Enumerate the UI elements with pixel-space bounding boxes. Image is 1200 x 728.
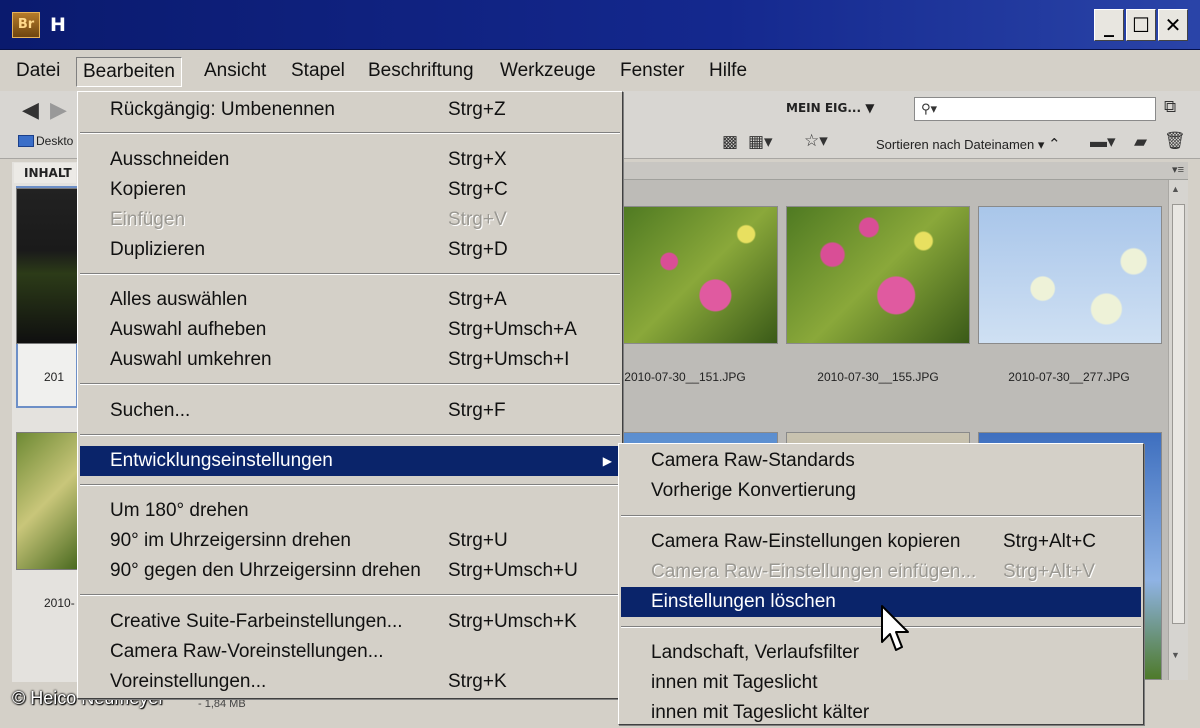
thumbnail-frog[interactable]	[16, 188, 78, 344]
menu-item-preferences[interactable]: Voreinstellungen... Strg+K	[80, 667, 620, 697]
thumbnail-filename: 2010-07-30__155.JPG	[817, 370, 939, 384]
scroll-up-icon[interactable]: ▲	[1171, 184, 1180, 194]
develop-settings-submenu: Camera Raw-Standards Vorherige Konvertie…	[618, 443, 1144, 725]
thumbnail-image[interactable]	[786, 206, 970, 344]
menu-stapel[interactable]: Stapel	[285, 57, 351, 87]
menu-item-color-settings[interactable]: Creative Suite-Farbeinstellungen... Strg+…	[80, 607, 620, 637]
mouse-cursor-icon	[881, 605, 909, 651]
title-bar: Br H _ ☐ ✕	[0, 0, 1200, 50]
menu-item-copy[interactable]: Kopieren Strg+C	[80, 175, 620, 205]
scroll-down-icon[interactable]: ▼	[1171, 650, 1180, 660]
menu-item-deselect[interactable]: Auswahl aufheben Strg+Umsch+A	[80, 315, 620, 345]
search-input[interactable]: ⚲▾	[914, 97, 1156, 121]
menu-werkzeuge[interactable]: Werkzeuge	[494, 57, 602, 87]
tab-inhalt[interactable]: INHALT	[14, 163, 76, 183]
forward-arrow-icon[interactable]: ▶	[50, 97, 67, 123]
menu-item-rotate-180[interactable]: Um 180° drehen	[80, 496, 620, 526]
menu-bar: Datei Bearbeiten Ansicht Stapel Beschrif…	[0, 51, 1200, 91]
new-folder-icon[interactable]: ▰	[1134, 132, 1147, 152]
status-text: - 1,84 MB	[198, 698, 246, 710]
menu-ansicht[interactable]: Ansicht	[198, 57, 272, 87]
favorite-desktop[interactable]: Deskto	[18, 134, 73, 148]
sort-ascending-icon[interactable]: ⌃	[1048, 136, 1061, 153]
bridge-app-icon: Br	[12, 12, 40, 38]
menu-fenster[interactable]: Fenster	[614, 57, 690, 87]
workspace-switcher[interactable]: MEIN EIG... ▼	[786, 101, 874, 115]
menu-item-duplicate[interactable]: Duplizieren Strg+D	[80, 235, 620, 265]
back-arrow-icon[interactable]: ◀	[22, 97, 39, 123]
menu-hilfe[interactable]: Hilfe	[703, 57, 753, 87]
thumbnail-filename: 2010-07-30__277.JPG	[1008, 370, 1130, 384]
menu-separator	[621, 515, 1141, 517]
menu-item-select-all[interactable]: Alles auswählen Strg+A	[80, 285, 620, 315]
menu-item-invert-selection[interactable]: Auswahl umkehren Strg+Umsch+I	[80, 345, 620, 375]
submenu-item-preset[interactable]: innen mit Tageslicht kälter	[621, 698, 1141, 728]
scroll-thumb[interactable]	[1172, 204, 1185, 624]
menu-item-undo[interactable]: Rückgängig: Umbenennen Strg+Z	[80, 95, 620, 125]
menu-item-rotate-cw[interactable]: 90° im Uhrzeigersinn drehen Strg+U	[80, 526, 620, 556]
menu-item-paste[interactable]: Einfügen Strg+V	[80, 205, 620, 235]
menu-separator	[80, 383, 620, 385]
content-panel-header: ▾≡	[622, 162, 1188, 180]
menu-item-cut[interactable]: Ausschneiden Strg+X	[80, 145, 620, 175]
menu-bearbeiten[interactable]: Bearbeiten	[76, 57, 182, 87]
edit-menu: Rückgängig: Umbenennen Strg+Z Ausschneide…	[77, 91, 623, 699]
view-options-icon[interactable]: ▦▾	[748, 132, 773, 152]
compact-mode-icon[interactable]: ⧉	[1164, 97, 1176, 117]
chevron-down-icon: ▾	[1037, 137, 1045, 152]
trash-icon[interactable]: 🗑	[1164, 131, 1186, 151]
menu-item-develop-settings[interactable]: Entwicklungseinstellungen ▶	[80, 446, 620, 476]
thumbnail-image[interactable]	[978, 206, 1162, 344]
content-scrollbar[interactable]: ▲ ▼	[1168, 180, 1188, 680]
submenu-item-camera-raw-defaults[interactable]: Camera Raw-Standards	[621, 446, 1141, 476]
menu-item-rotate-ccw[interactable]: 90° gegen den Uhrzeigersinn drehen Strg+U…	[80, 556, 620, 586]
chevron-down-icon: ▼	[865, 101, 875, 115]
close-button[interactable]: ✕	[1158, 9, 1188, 41]
window-title: H	[50, 14, 66, 36]
folder-icon[interactable]: ▬▾	[1090, 132, 1116, 152]
star-filter-icon[interactable]: ☆▾	[804, 131, 828, 151]
submenu-arrow-icon: ▶	[602, 454, 612, 468]
panel-menu-icon[interactable]: ▾≡	[1172, 163, 1184, 176]
workspace-label: MEIN EIG...	[786, 101, 862, 115]
menu-separator	[80, 434, 620, 436]
menu-beschriftung[interactable]: Beschriftung	[362, 57, 480, 87]
thumbnail-green[interactable]	[16, 432, 78, 570]
menu-item-find[interactable]: Suchen... Strg+F	[80, 396, 620, 426]
desktop-icon	[18, 135, 34, 147]
menu-item-camera-raw-prefs[interactable]: Camera Raw-Voreinstellungen...	[80, 637, 620, 667]
submenu-item-previous-conversion[interactable]: Vorherige Konvertierung	[621, 476, 1141, 506]
menu-separator	[80, 132, 620, 134]
sort-dropdown[interactable]: Sortieren nach Dateinamen ▾ ⌃	[876, 135, 1061, 153]
left-thumb-label: 2010-	[44, 596, 75, 610]
submenu-item-preset[interactable]: innen mit Tageslicht	[621, 668, 1141, 698]
quality-icon[interactable]: ▩	[722, 132, 738, 152]
thumbnail-image[interactable]	[622, 206, 778, 344]
menu-separator	[80, 484, 620, 486]
menu-datei[interactable]: Datei	[10, 57, 66, 87]
submenu-item-paste-settings[interactable]: Camera Raw-Einstellungen einfügen... Strg…	[621, 557, 1141, 587]
maximize-button[interactable]: ☐	[1126, 9, 1156, 41]
minimize-button[interactable]: _	[1094, 9, 1124, 41]
menu-separator	[80, 273, 620, 275]
left-thumb-label: 201	[44, 370, 65, 384]
submenu-item-copy-settings[interactable]: Camera Raw-Einstellungen kopieren Strg+Al…	[621, 527, 1141, 557]
menu-separator	[80, 594, 620, 596]
search-icon: ⚲▾	[921, 101, 938, 116]
